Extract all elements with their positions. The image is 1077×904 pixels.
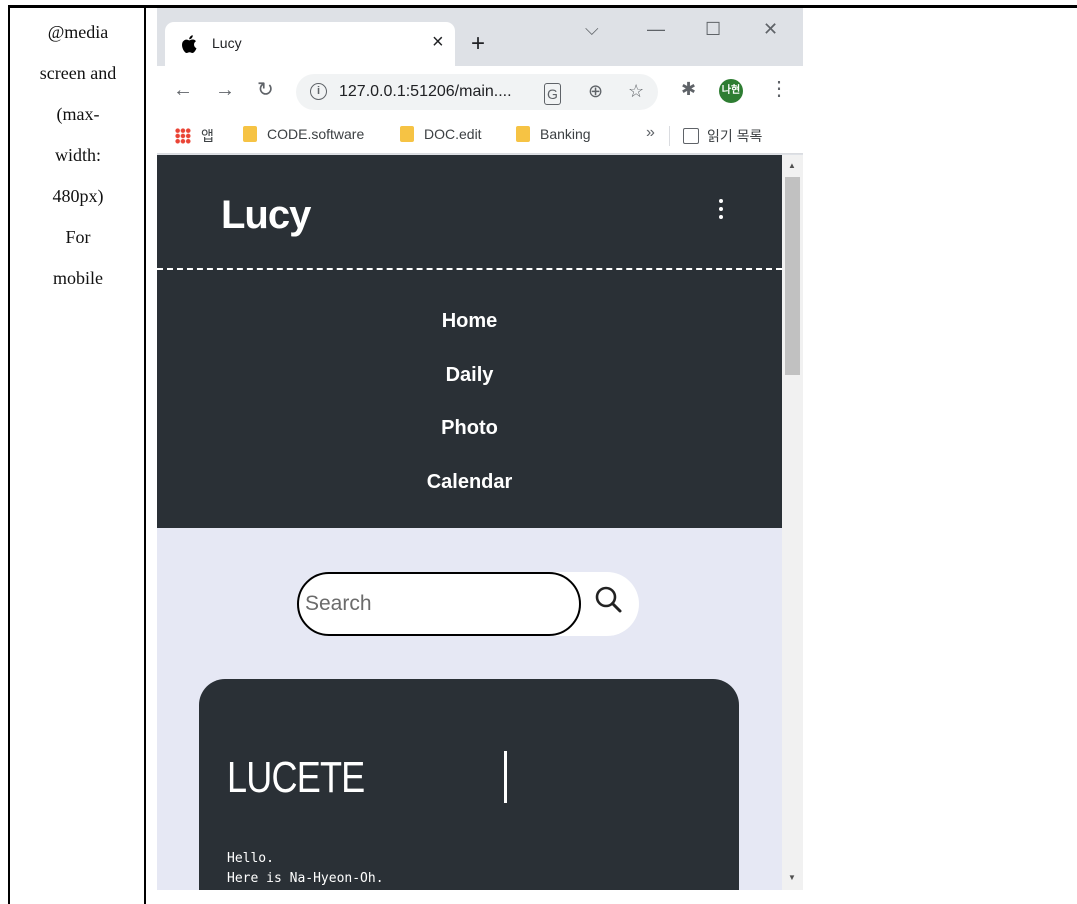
apps-grid-icon — [175, 128, 191, 144]
label-line: mobile — [53, 268, 103, 288]
header-divider — [157, 268, 782, 270]
apple-icon — [182, 35, 197, 53]
window-close-icon[interactable]: ✕ — [763, 20, 778, 38]
bookmark-label: DOC.edit — [424, 126, 482, 142]
site-nav: Home Daily Photo Calendar — [157, 303, 782, 517]
forward-icon[interactable]: → — [215, 80, 235, 100]
search-input[interactable] — [297, 572, 581, 636]
intro-card: LUCETE Hello. Here is Na-Hyeon-Oh. — [199, 679, 739, 890]
reading-list[interactable]: 읽기 목록 — [683, 126, 762, 146]
back-icon[interactable]: ← — [173, 80, 193, 100]
kebab-menu-icon[interactable] — [719, 199, 725, 223]
site-logo[interactable]: Lucy — [221, 193, 311, 238]
close-tab-icon[interactable]: × — [432, 32, 444, 52]
zoom-icon[interactable]: ⊕ — [588, 81, 603, 101]
browser-tab[interactable]: Lucy × — [165, 22, 455, 66]
bookmark-apps[interactable]: 앱 — [175, 126, 214, 146]
card-text-line: Here is Na-Hyeon-Oh. — [227, 871, 384, 886]
table-column-divider — [144, 5, 146, 904]
folder-icon — [516, 126, 530, 142]
nav-link-photo[interactable]: Photo — [157, 410, 782, 464]
site-header: Lucy Home Daily Photo Calendar — [157, 155, 782, 528]
browser-toolbar: ← → ↻ i 127.0.0.1:51206/main.... G ⊕ ☆ ✱… — [157, 66, 803, 116]
label-line: width: — [54, 145, 101, 165]
bookmarks-bar: 앱 CODE.software DOC.edit Banking » 읽기 목록 — [157, 116, 803, 154]
page-viewport: Lucy Home Daily Photo Calendar LUCETE He… — [157, 155, 782, 890]
url-text: 127.0.0.1:51206/main.... — [339, 83, 512, 100]
bookmark-label: Banking — [540, 126, 591, 142]
reading-list-label: 읽기 목록 — [707, 128, 763, 144]
label-line: (max- — [56, 104, 100, 124]
browser-window: Lucy × + ⌵ — ☐ ✕ ← → ↻ i 127.0.0.1:51206… — [157, 8, 803, 890]
bookmark-label: CODE.software — [267, 126, 365, 142]
typing-cursor — [504, 751, 507, 803]
bookmark-label: 앱 — [201, 128, 214, 144]
card-text-line: Hello. — [227, 851, 274, 866]
folder-icon — [400, 126, 414, 142]
label-line: 480px) — [52, 186, 104, 206]
profile-avatar[interactable]: 나현 — [719, 79, 743, 103]
tab-title: Lucy — [212, 35, 242, 51]
scroll-thumb[interactable] — [785, 177, 800, 375]
translate-icon[interactable]: G — [544, 83, 561, 105]
address-bar[interactable]: i 127.0.0.1:51206/main.... G ⊕ ☆ — [296, 74, 658, 110]
card-title: LUCETE — [227, 753, 365, 802]
site-info-icon[interactable]: i — [310, 83, 327, 100]
minimize-icon[interactable]: — — [647, 20, 665, 38]
reading-list-icon — [683, 128, 699, 144]
search-bar — [297, 572, 639, 636]
label-line: @media — [47, 22, 109, 42]
bookmark-folder[interactable]: Banking — [516, 126, 591, 142]
nav-link-calendar[interactable]: Calendar — [157, 464, 782, 518]
bookmark-star-icon[interactable]: ☆ — [628, 81, 644, 101]
tab-strip: Lucy × + ⌵ — ☐ ✕ — [157, 8, 803, 66]
card-text: Hello. Here is Na-Hyeon-Oh. — [227, 849, 384, 889]
folder-icon — [243, 126, 257, 142]
label-line: screen and — [39, 63, 117, 83]
nav-link-home[interactable]: Home — [157, 303, 782, 357]
scrollbar[interactable]: ▲ ▼ — [782, 155, 803, 890]
bookmark-folder[interactable]: CODE.software — [243, 126, 364, 142]
media-query-label: @media screen and (max- width: 480px) Fo… — [16, 12, 140, 299]
reload-icon[interactable]: ↻ — [257, 80, 274, 100]
bookmarks-divider — [669, 126, 670, 146]
maximize-icon[interactable]: ☐ — [705, 20, 721, 38]
tab-search-chevron-icon[interactable]: ⌵ — [585, 20, 599, 38]
nav-link-daily[interactable]: Daily — [157, 357, 782, 411]
extensions-icon[interactable]: ✱ — [681, 79, 696, 99]
scroll-up-icon[interactable]: ▲ — [788, 161, 796, 170]
bookmark-folder[interactable]: DOC.edit — [400, 126, 482, 142]
scroll-down-icon[interactable]: ▼ — [788, 873, 796, 882]
new-tab-icon[interactable]: + — [471, 32, 485, 56]
label-line: For — [65, 227, 91, 247]
more-bookmarks-icon[interactable]: » — [646, 124, 655, 142]
browser-menu-icon[interactable]: ⋮ — [769, 78, 789, 100]
search-icon[interactable] — [587, 580, 631, 624]
